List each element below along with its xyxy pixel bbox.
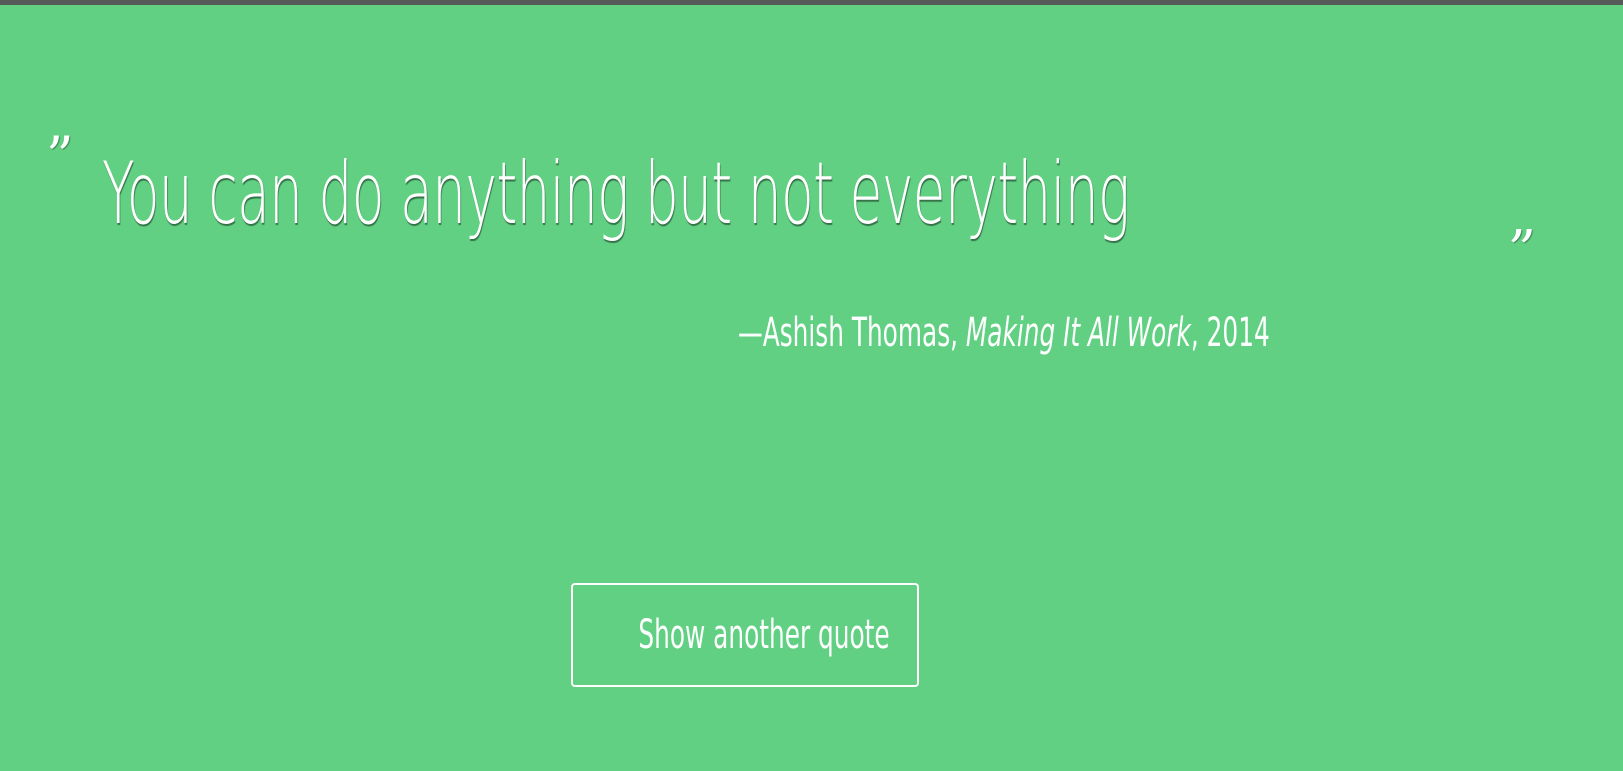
show-another-quote-button[interactable]: Show another quote xyxy=(571,583,919,687)
quote-attribution: —Ashish Thomas, Making It All Work, 2014 xyxy=(738,305,1270,361)
top-bar xyxy=(0,0,1623,5)
author-name: —Ashish Thomas, xyxy=(738,310,966,356)
quote-block: ” You can do anything but not everything… xyxy=(44,120,1544,260)
close-quote-mark: „ xyxy=(1509,185,1537,248)
quote-text: You can do anything but not everything xyxy=(102,144,1130,244)
work-title: Making It All Work xyxy=(965,310,1191,356)
publication-year: , 2014 xyxy=(1190,310,1270,356)
open-quote-mark: ” xyxy=(46,125,74,188)
show-another-quote-label: Show another quote xyxy=(638,612,890,658)
